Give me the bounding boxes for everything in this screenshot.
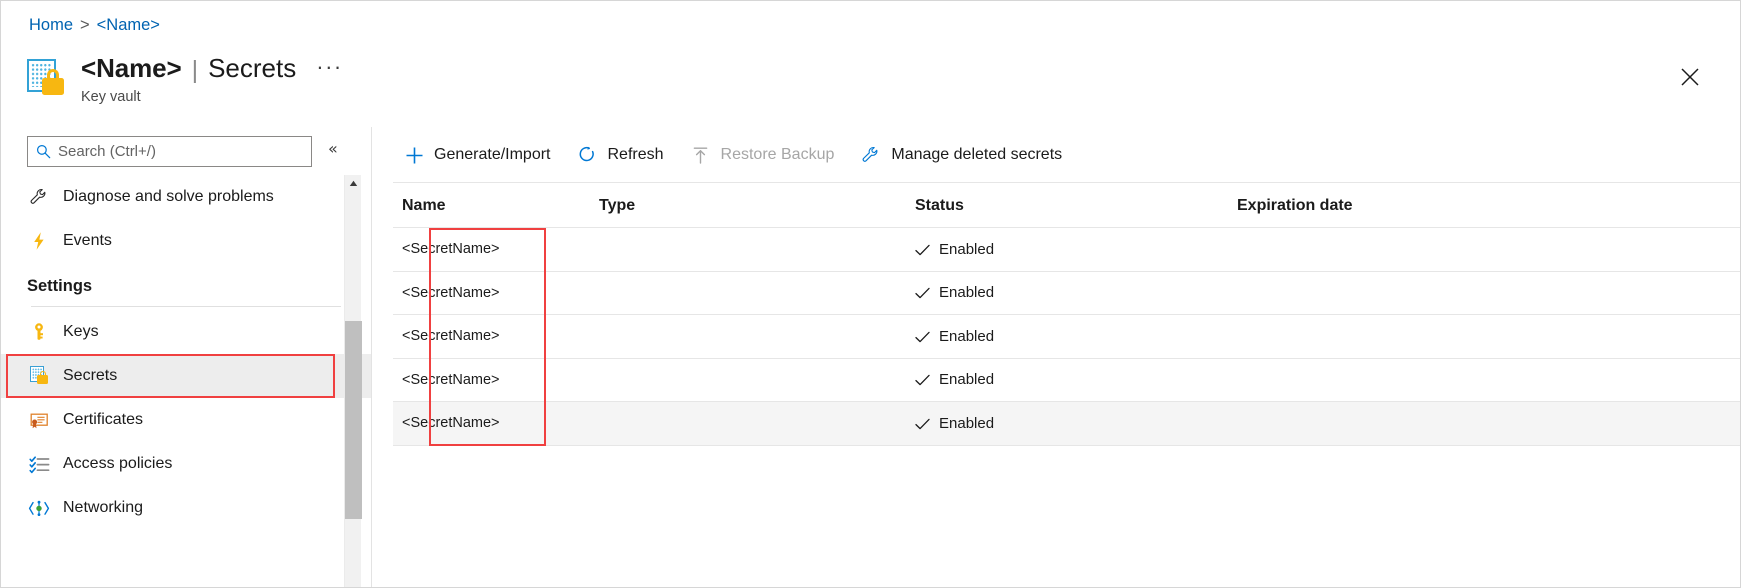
secrets-table: Name Type Status Expiration date <Secret… [393,184,1740,587]
refresh-icon [577,144,599,166]
breadcrumb-separator: > [80,15,90,34]
plus-icon [403,144,425,166]
status-badge: Enabled [939,371,995,389]
generate-import-button[interactable]: Generate/Import [393,138,561,172]
sidebar-item-label: Diagnose and solve problems [63,188,274,205]
check-icon [915,331,930,344]
status-badge: Enabled [939,414,995,432]
table-row[interactable]: <SecretName> Enabled [393,272,1740,315]
breadcrumb-home[interactable]: Home [29,16,73,35]
upload-arrow-icon [690,144,712,166]
table-row[interactable]: <SecretName> Enabled [393,402,1740,446]
close-blade-button[interactable] [1672,59,1708,95]
sidebar-item-label: Keys [63,323,99,340]
sidebar-item-secrets[interactable]: Secrets [1,354,371,398]
sidebar-item-label: Access policies [63,455,173,472]
column-header-name[interactable]: Name [393,197,599,215]
nav-section-divider [31,306,341,307]
check-icon [915,374,930,387]
networking-icon [27,497,51,519]
check-icon [915,244,930,257]
collapse-nav-button[interactable]: « [328,141,338,157]
resource-type-label: Key vault [81,89,141,105]
cell-secret-name: <SecretName> [402,328,500,345]
certificate-icon [27,409,51,431]
secrets-highlight-annotation [6,354,335,398]
status-badge: Enabled [939,284,995,302]
nav-section-title: Settings [27,277,93,295]
table-row[interactable]: <SecretName> Enabled [393,315,1740,359]
cell-status: Enabled [915,415,1237,432]
sidebar-item-keys[interactable]: Keys [1,310,371,354]
sidebar-item-networking[interactable]: Networking [1,486,371,530]
table-header-row: Name Type Status Expiration date [393,184,1740,228]
column-header-expiration-date[interactable]: Expiration date [1237,197,1740,215]
title-text-group: <Name> | Secrets ··· Key vault [81,53,343,105]
azure-portal-blade: Home > <Name> <Name> | Secrets ··· Key v… [0,0,1741,588]
cell-secret-name: <SecretName> [402,415,500,432]
column-header-type[interactable]: Type [599,197,915,215]
search-icon [36,144,51,159]
page-title: <Name> [81,53,182,83]
page-subtitle: Secrets [208,53,297,83]
cell-secret-name: <SecretName> [402,241,500,258]
cell-status: Enabled [915,328,1237,345]
sidebar-item-label: Secrets [63,367,118,384]
command-toolbar: Generate/Import Refresh Restore Backup M… [373,127,1740,183]
sidebar-item-label: Networking [63,499,144,516]
access-policies-icon [27,453,51,475]
title-divider: | [191,56,199,84]
sidebar-item-certificates[interactable]: Certificates [1,398,371,442]
toolbar-button-label: Refresh [607,146,664,163]
search-input[interactable] [58,143,303,160]
status-badge: Enabled [939,327,995,345]
key-icon [27,321,51,343]
cell-status: Enabled [915,241,1237,258]
status-badge: Enabled [939,240,995,258]
main-content: Generate/Import Refresh Restore Backup M… [373,127,1740,587]
nav-scrollbar-thumb[interactable] [345,321,362,519]
scroll-up-arrow-icon[interactable] [345,175,362,192]
check-icon [915,418,930,431]
table-row[interactable]: <SecretName> Enabled [393,228,1740,272]
restore-backup-button[interactable]: Restore Backup [680,138,845,172]
lightning-bolt-icon [27,230,51,252]
breadcrumb: Home > <Name> [29,13,160,37]
wrench-icon [860,144,882,166]
key-vault-icon [25,58,67,100]
cell-secret-name: <SecretName> [402,284,500,301]
more-options-button[interactable]: ··· [316,54,342,80]
sidebar-item-access-policies[interactable]: Access policies [1,442,371,486]
nav-scrollbar[interactable] [344,175,362,587]
toolbar-button-label: Restore Backup [720,146,835,163]
breadcrumb-current[interactable]: <Name> [97,16,160,35]
sidebar-item-label: Events [63,232,112,249]
cell-secret-name: <SecretName> [402,371,500,388]
sidebar-item-diagnose-and-solve-problems[interactable]: Diagnose and solve problems [1,175,371,219]
nav-item-list: Diagnose and solve problems Events Setti… [1,175,371,587]
left-nav-panel: « Diagnose and solve problems Events [1,127,372,587]
cell-status: Enabled [915,371,1237,388]
refresh-button[interactable]: Refresh [567,138,674,172]
table-row[interactable]: <SecretName> Enabled [393,359,1740,402]
check-icon [915,287,930,300]
search-box[interactable] [27,136,312,167]
toolbar-button-label: Manage deleted secrets [891,146,1063,163]
key-vault-secret-icon [27,365,51,387]
toolbar-button-label: Generate/Import [434,146,551,163]
column-header-status[interactable]: Status [915,197,1237,215]
toolbar-divider [393,182,1740,183]
sidebar-item-label: Certificates [63,411,144,428]
manage-deleted-secrets-button[interactable]: Manage deleted secrets [850,138,1072,172]
page-title-row: <Name> | Secrets ··· Key vault [25,53,343,105]
sidebar-item-events[interactable]: Events [1,219,371,263]
cell-status: Enabled [915,284,1237,301]
wrench-icon [27,186,51,208]
